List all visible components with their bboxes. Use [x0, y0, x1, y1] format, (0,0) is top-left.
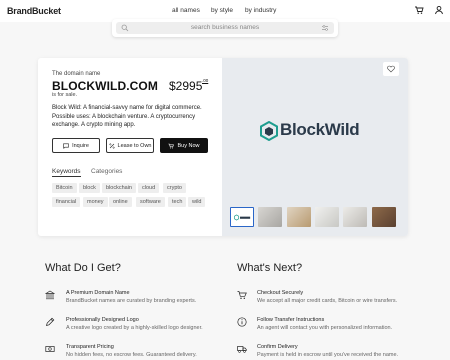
tab-categories[interactable]: Categories — [91, 168, 122, 175]
feature-title: Transparent Pricing — [66, 344, 114, 350]
heart-icon — [387, 65, 395, 73]
inquire-label: Inquire — [72, 142, 89, 149]
feature-title: Follow Transfer Instructions — [257, 317, 325, 323]
keyword-tag[interactable]: crypto — [163, 183, 186, 193]
feature-title: A Premium Domain Name — [66, 290, 130, 296]
brand-logo-text: BlockWild — [280, 120, 360, 139]
nav-all-names[interactable]: all names — [172, 7, 200, 14]
feature-desc: We accept all major credit cards, Bitcoi… — [257, 298, 398, 304]
cart-icon — [237, 291, 247, 299]
inquire-button[interactable]: Inquire — [52, 138, 100, 153]
keyword-tag[interactable]: blockchain — [102, 183, 136, 193]
cart-icon — [168, 143, 175, 148]
keyword-tag[interactable]: financial — [52, 197, 81, 207]
domain-name: BLOCKWILD.COM — [52, 79, 158, 93]
user-icon[interactable] — [434, 5, 444, 15]
brand-logo: BlockWild — [260, 120, 380, 144]
keyword-tag[interactable]: tech — [168, 197, 187, 207]
site-logo[interactable]: BrandBucket — [7, 6, 61, 16]
pen-icon — [45, 317, 55, 327]
keyword-tag[interactable]: wild — [188, 197, 206, 207]
nav-by-industry[interactable]: by industry — [245, 7, 276, 14]
truck-icon — [237, 346, 247, 353]
feature-desc: BrandBucket names are curated by brandin… — [66, 298, 197, 304]
chat-icon — [63, 143, 69, 149]
thumbnail[interactable] — [372, 207, 396, 227]
thumbnail-logo-icon — [234, 214, 251, 221]
listing-details: The domain name BLOCKWILD.COM $2995 .00 … — [38, 58, 222, 236]
keyword-tag[interactable]: online — [109, 197, 132, 207]
thumbnail[interactable] — [343, 207, 367, 227]
for-sale-text: is for sale. — [52, 92, 78, 98]
thumbnail[interactable] — [230, 207, 254, 227]
price: $2995 — [169, 79, 203, 93]
domain-label: The domain name — [52, 71, 101, 77]
listing-card: The domain name BLOCKWILD.COM $2995 .00 … — [38, 58, 408, 236]
bank-icon — [45, 290, 55, 300]
info-icon — [237, 317, 247, 327]
search-input[interactable]: search business names — [116, 22, 334, 34]
keyword-tag[interactable]: software — [136, 197, 165, 207]
keyword-tag[interactable]: Bitcoin — [52, 183, 77, 193]
feature-desc: A creative logo created by a highly-skil… — [66, 325, 203, 331]
search-placeholder: search business names — [190, 24, 260, 31]
thumbnail[interactable] — [315, 207, 339, 227]
keyword-tag[interactable]: block — [79, 183, 100, 193]
what-do-i-get-title: What Do I Get? — [45, 262, 121, 274]
feature-desc: Payment is held in escrow until you've r… — [257, 352, 399, 358]
keyword-tag[interactable]: cloud — [138, 183, 160, 193]
feature-desc: No hidden fees, no escrow fees. Guarante… — [66, 352, 197, 358]
search-bar: search business names — [112, 19, 338, 37]
price-cents: .00 — [202, 78, 209, 83]
logo-preview: BlockWild — [222, 58, 408, 236]
buy-now-label: Buy Now — [177, 142, 200, 149]
percent-icon — [108, 142, 115, 149]
feature-title: Professionally Designed Logo — [66, 317, 139, 323]
thumbnail[interactable] — [258, 207, 282, 227]
cart-icon[interactable] — [414, 5, 424, 15]
hexagon-icon — [260, 121, 278, 141]
feature-title: Confirm Delivery — [257, 344, 298, 350]
domain-description: Block Wild: A financial-savvy name for d… — [52, 105, 202, 128]
thumbnail[interactable] — [287, 207, 311, 227]
feature-title: Checkout Securely — [257, 290, 304, 296]
lease-to-own-button[interactable]: Lease to Own — [106, 138, 154, 153]
nav-by-style[interactable]: by style — [211, 7, 233, 14]
buy-now-button[interactable]: Buy Now — [160, 138, 208, 153]
keyword-tag[interactable]: money — [83, 197, 108, 207]
whats-next-title: What's Next? — [237, 262, 303, 274]
feature-desc: An agent will contact you with personali… — [257, 325, 393, 331]
tab-keywords[interactable]: Keywords — [52, 168, 81, 177]
money-icon — [45, 346, 55, 352]
lease-label: Lease to Own — [117, 142, 152, 149]
filter-icon[interactable] — [321, 24, 329, 32]
favorite-button[interactable] — [383, 62, 399, 76]
